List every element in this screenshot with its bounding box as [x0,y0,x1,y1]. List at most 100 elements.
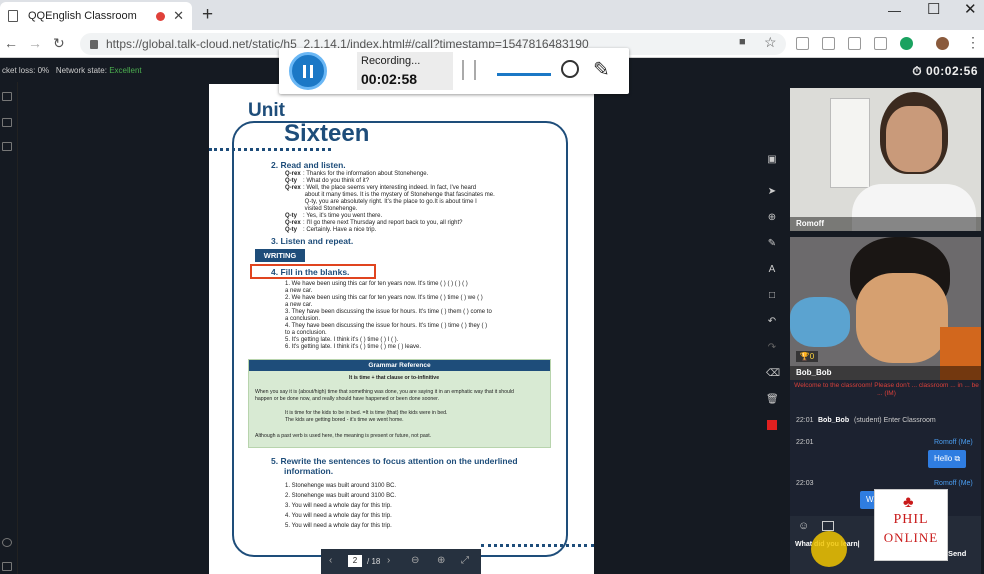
teacher-video: Romoff [790,88,981,231]
background-board [830,98,870,188]
lock-icon [90,39,98,49]
page-navigator: ‹ 2 / 18 › ⊖ ⊕ ⤢ [321,549,481,574]
toolbox-icon[interactable]: ▣ [766,154,778,166]
left-toolbar [0,82,18,574]
shape-icon[interactable]: □ [766,290,778,302]
next-page-icon[interactable]: › [387,555,390,566]
exercise-line: 2. We have been using this car for ten y… [285,295,483,301]
dotted-divider [209,148,331,151]
pointer-icon[interactable]: ➤ [766,186,778,198]
student-face [856,273,948,363]
dialog-line: Q-ty, you are absolutely right. It's the… [303,199,477,205]
chat-sender: Romoff (Me) [934,480,973,487]
page-total: / 18 [367,557,381,566]
exercise-line: 1. We have been using this car for ten y… [285,281,468,287]
section-4-heading: 4. Fill in the blanks. [271,267,350,277]
background-object [790,297,850,347]
extension-icon[interactable] [848,37,861,50]
grammar-title: Grammar Reference [249,360,550,371]
profile-avatar[interactable] [936,37,949,50]
recording-time: 00:02:58 [361,71,418,87]
eraser-icon[interactable]: ⌫ [766,368,780,380]
grammar-text: Although a past verb is used here, the m… [255,433,432,439]
recording-dot-icon [156,11,166,21]
undo-icon[interactable]: ↶ [766,316,778,328]
annotate-pen-icon[interactable]: ✎ [593,57,610,82]
chat-sender: Romoff (Me) [934,439,973,446]
section-3-heading: 3. Listen and repeat. [271,236,354,246]
chat-time: 22:03 [796,480,814,487]
webcam-icon[interactable] [561,60,579,78]
page-number-input[interactable]: 2 [348,555,362,567]
page-icon [8,10,18,22]
color-picker-icon[interactable] [767,420,777,430]
camera-icon[interactable]: ■ [739,36,746,48]
chat-text: (student) Enter Classroom [854,417,936,424]
fullscreen-icon[interactable]: ⤢ [461,555,469,566]
student-name: Bob_Bob [790,366,981,380]
pause-record-button[interactable] [289,52,327,90]
minimize-icon[interactable]: — [888,3,901,18]
whiteboard-toolbar: ▣ ➤ ⊕ ✎ A □ ↶ ↷ ⌫ 🗑 [760,144,786,434]
logo-mark-icon: ♣ [903,494,914,511]
section-5-heading: 5. Rewrite the sentences to focus attent… [271,456,518,466]
teacher-name: Romoff [790,217,981,231]
redo-icon[interactable]: ↷ [766,342,778,354]
chat-time: 22:01 [796,417,814,424]
grammar-reference-box: Grammar Reference It is time + that clau… [248,359,551,448]
exercise-line: a new car. [285,288,313,294]
grammar-formula: It is time + that clause or to-infinitiv… [349,375,440,381]
chat-time: 22:01 [796,439,814,446]
system-message: Welcome to the classroom! Please don't .… [794,382,979,397]
dialog-line: about it many times. It is the mystery o… [303,192,495,198]
exercise-line: 4. They have been discussing the issue f… [285,323,488,329]
tab-title: QQEnglish Classroom [28,10,137,22]
document-icon[interactable] [2,92,12,101]
pen-icon[interactable]: ✎ [766,238,778,250]
grammarly-icon[interactable] [900,37,913,50]
network-value: Excellent [109,66,142,75]
prev-page-icon[interactable]: ‹ [329,555,332,566]
trophy-count: 0 [809,352,815,361]
dialog-line: Q-rex: I'll go there next Thursday and r… [285,220,463,226]
browser-tab-bar: QQEnglish Classroom ✕ + — ☐ ✕ [0,0,984,30]
extension-icon[interactable] [874,37,887,50]
volume-slider[interactable] [497,73,551,76]
reload-icon[interactable]: ↻ [53,35,65,52]
phil-online-logo: ♣ PHIL ONLINE [874,489,948,561]
users-icon[interactable] [2,142,12,151]
emoji-icon[interactable]: ☺ [798,520,809,532]
menu-icon[interactable]: ⋮ [966,34,980,51]
maximize-icon[interactable]: ☐ [927,0,940,18]
rewrite-line: 2. Stonehenge was built around 3100 BC. [285,493,397,499]
exit-icon[interactable] [2,562,12,571]
close-window-icon[interactable]: ✕ [964,0,977,18]
browser-tab[interactable]: QQEnglish Classroom ✕ [0,2,192,30]
zoom-in-icon[interactable]: ⊕ [437,555,445,566]
bookmark-star-icon[interactable]: ☆ [764,34,777,51]
settings-icon[interactable] [2,538,12,547]
chat-bubble: Hello ⧉ [928,450,967,468]
recording-label: Recording... [361,55,421,67]
clock-text: 00:02:56 [925,64,978,78]
section-5-heading-cont: information. [284,466,334,476]
close-tab-icon[interactable]: ✕ [173,8,184,24]
clear-icon[interactable]: 🗑 [766,394,779,406]
mouse-highlight [811,531,847,567]
zoom-out-icon[interactable]: ⊖ [411,555,419,566]
exercise-line: a conclusion. [285,316,321,322]
new-tab-button[interactable]: + [202,4,213,26]
media-icon[interactable] [2,118,12,127]
forward-icon[interactable]: → [28,35,42,51]
pause-icon [303,64,306,78]
dialog-line: Q-ty: What do you think of it? [285,178,370,184]
extension-icon[interactable] [822,37,835,50]
exercise-line: to a conclusion. [285,330,327,336]
image-icon[interactable] [822,521,834,531]
back-icon[interactable]: ← [4,35,18,51]
laser-icon[interactable]: ⊕ [766,212,778,224]
extension-icon[interactable] [796,37,809,50]
text-icon[interactable]: A [766,264,778,276]
send-button[interactable]: Send [948,549,966,558]
recording-status: Recording... 00:02:58 [357,52,453,90]
